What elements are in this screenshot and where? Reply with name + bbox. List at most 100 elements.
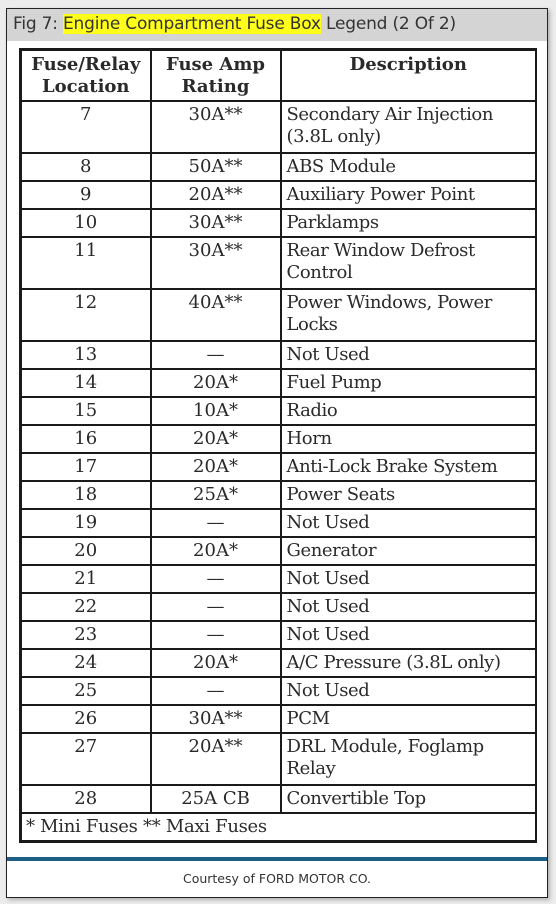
cell-description: Not Used: [279, 592, 537, 622]
cell-location: 28: [19, 784, 152, 814]
cell-description: Auxiliary Power Point: [279, 180, 537, 210]
cell-description: Secondary Air Injection (3.8L only): [279, 100, 537, 154]
cell-location: 26: [19, 704, 152, 734]
cell-rating: 20A*: [149, 452, 282, 482]
cell-location: 20: [19, 536, 152, 566]
cell-description: Not Used: [279, 508, 537, 538]
cell-rating: 20A**: [149, 180, 282, 210]
cell-rating: —: [149, 620, 282, 650]
header-description: Description: [279, 48, 537, 102]
cell-location: 25: [19, 676, 152, 706]
cell-description: Parklamps: [279, 208, 537, 238]
cell-location: 13: [19, 340, 152, 370]
figure-frame: Fig 7: Engine Compartment Fuse Box Legen…: [6, 8, 548, 898]
table-row: 21— Not Used: [19, 564, 537, 594]
cell-description: DRL Module, Foglamp Relay: [279, 732, 537, 786]
fuse-table: Fuse/Relay Location Fuse Amp Rating Desc…: [19, 48, 537, 843]
table-header-row: Fuse/Relay Location Fuse Amp Rating Desc…: [19, 48, 537, 102]
cell-location: 8: [19, 152, 152, 182]
cell-rating: 50A**: [149, 152, 282, 182]
cell-description: ABS Module: [279, 152, 537, 182]
cell-location: 7: [19, 100, 152, 154]
cell-description: Power Windows, Power Locks: [279, 288, 537, 342]
cell-location: 18: [19, 480, 152, 510]
footnote-row: * Mini Fuses ** Maxi Fuses: [19, 812, 537, 843]
cell-description: Not Used: [279, 620, 537, 650]
cell-rating: 20A*: [149, 648, 282, 678]
title-suffix: Legend (2 Of 2): [320, 14, 456, 34]
table-row: 28 25A CB Convertible Top: [19, 784, 537, 814]
cell-rating: 30A**: [149, 208, 282, 238]
cell-description: Power Seats: [279, 480, 537, 510]
cell-location: 14: [19, 368, 152, 398]
table-row: 7 30A** Secondary Air Injection (3.8L only…: [19, 100, 537, 154]
table-row: 18 25A* Power Seats: [19, 480, 537, 510]
highlighted-title: Engine Compartment Fuse Box: [63, 14, 321, 34]
cell-location: 22: [19, 592, 152, 622]
cell-location: 21: [19, 564, 152, 594]
cell-description: Not Used: [279, 676, 537, 706]
cell-description: Not Used: [279, 564, 537, 594]
cell-location: 12: [19, 288, 152, 342]
table-row: 13— Not Used: [19, 340, 537, 370]
table-row: 15 10A* Radio: [19, 396, 537, 426]
cell-rating: —: [149, 508, 282, 538]
cell-description: Convertible Top: [279, 784, 537, 814]
cell-location: 16: [19, 424, 152, 454]
cell-location: 9: [19, 180, 152, 210]
table-row: 8 50A** ABS Module: [19, 152, 537, 182]
table-row: 25— Not Used: [19, 676, 537, 706]
cell-description: Fuel Pump: [279, 368, 537, 398]
table-row: 16 20A* Horn: [19, 424, 537, 454]
cell-rating: —: [149, 564, 282, 594]
table-row: 24 20A* A/C Pressure (3.8L only): [19, 648, 537, 678]
cell-location: 23: [19, 620, 152, 650]
fuse-table-container: Fuse/Relay Location Fuse Amp Rating Desc…: [19, 48, 537, 858]
cell-rating: 30A**: [149, 236, 282, 290]
header-location: Fuse/Relay Location: [19, 48, 152, 102]
figure-title: Fig 7: Engine Compartment Fuse Box Legen…: [13, 14, 456, 34]
cell-location: 11: [19, 236, 152, 290]
cell-rating: 25A*: [149, 480, 282, 510]
cell-rating: —: [149, 340, 282, 370]
cell-rating: 20A*: [149, 368, 282, 398]
table-row: 11 30A** Rear Window Defrost Control: [19, 236, 537, 290]
cell-rating: 10A*: [149, 396, 282, 426]
cell-rating: 20A**: [149, 732, 282, 786]
figure-label: Fig 7:: [13, 14, 64, 34]
cell-rating: 20A*: [149, 424, 282, 454]
figure-caption: Courtesy of FORD MOTOR CO.: [182, 871, 372, 886]
cell-description: Rear Window Defrost Control: [279, 236, 537, 290]
cell-description: PCM: [279, 704, 537, 734]
cell-rating: 30A**: [149, 100, 282, 154]
table-row: 23— Not Used: [19, 620, 537, 650]
table-row: 22— Not Used: [19, 592, 537, 622]
cell-description: Anti-Lock Brake System: [279, 452, 537, 482]
cell-location: 17: [19, 452, 152, 482]
cell-rating: —: [149, 592, 282, 622]
table-row: 17 20A* Anti-Lock Brake System: [19, 452, 537, 482]
caption-divider: [7, 857, 547, 861]
cell-rating: —: [149, 676, 282, 706]
table-row: 20 20A* Generator: [19, 536, 537, 566]
table-row: 9 20A** Auxiliary Power Point: [19, 180, 537, 210]
cell-location: 27: [19, 732, 152, 786]
table-row: 14 20A* Fuel Pump: [19, 368, 537, 398]
table-row: 27 20A** DRL Module, Foglamp Relay: [19, 732, 537, 786]
cell-rating: 25A CB: [149, 784, 282, 814]
cell-location: 10: [19, 208, 152, 238]
table-row: 26 30A** PCM: [19, 704, 537, 734]
cell-description: Radio: [279, 396, 537, 426]
cell-description: Generator: [279, 536, 537, 566]
table-row: 12 40A** Power Windows, Power Locks: [19, 288, 537, 342]
cell-description: Horn: [279, 424, 537, 454]
header-rating: Fuse Amp Rating: [149, 48, 282, 102]
cell-description: Not Used: [279, 340, 537, 370]
cell-rating: 20A*: [149, 536, 282, 566]
cell-location: 24: [19, 648, 152, 678]
cell-rating: 30A**: [149, 704, 282, 734]
table-footnote: * Mini Fuses ** Maxi Fuses: [19, 812, 537, 843]
cell-description: A/C Pressure (3.8L only): [279, 648, 537, 678]
table-row: 19— Not Used: [19, 508, 537, 538]
cell-location: 19: [19, 508, 152, 538]
